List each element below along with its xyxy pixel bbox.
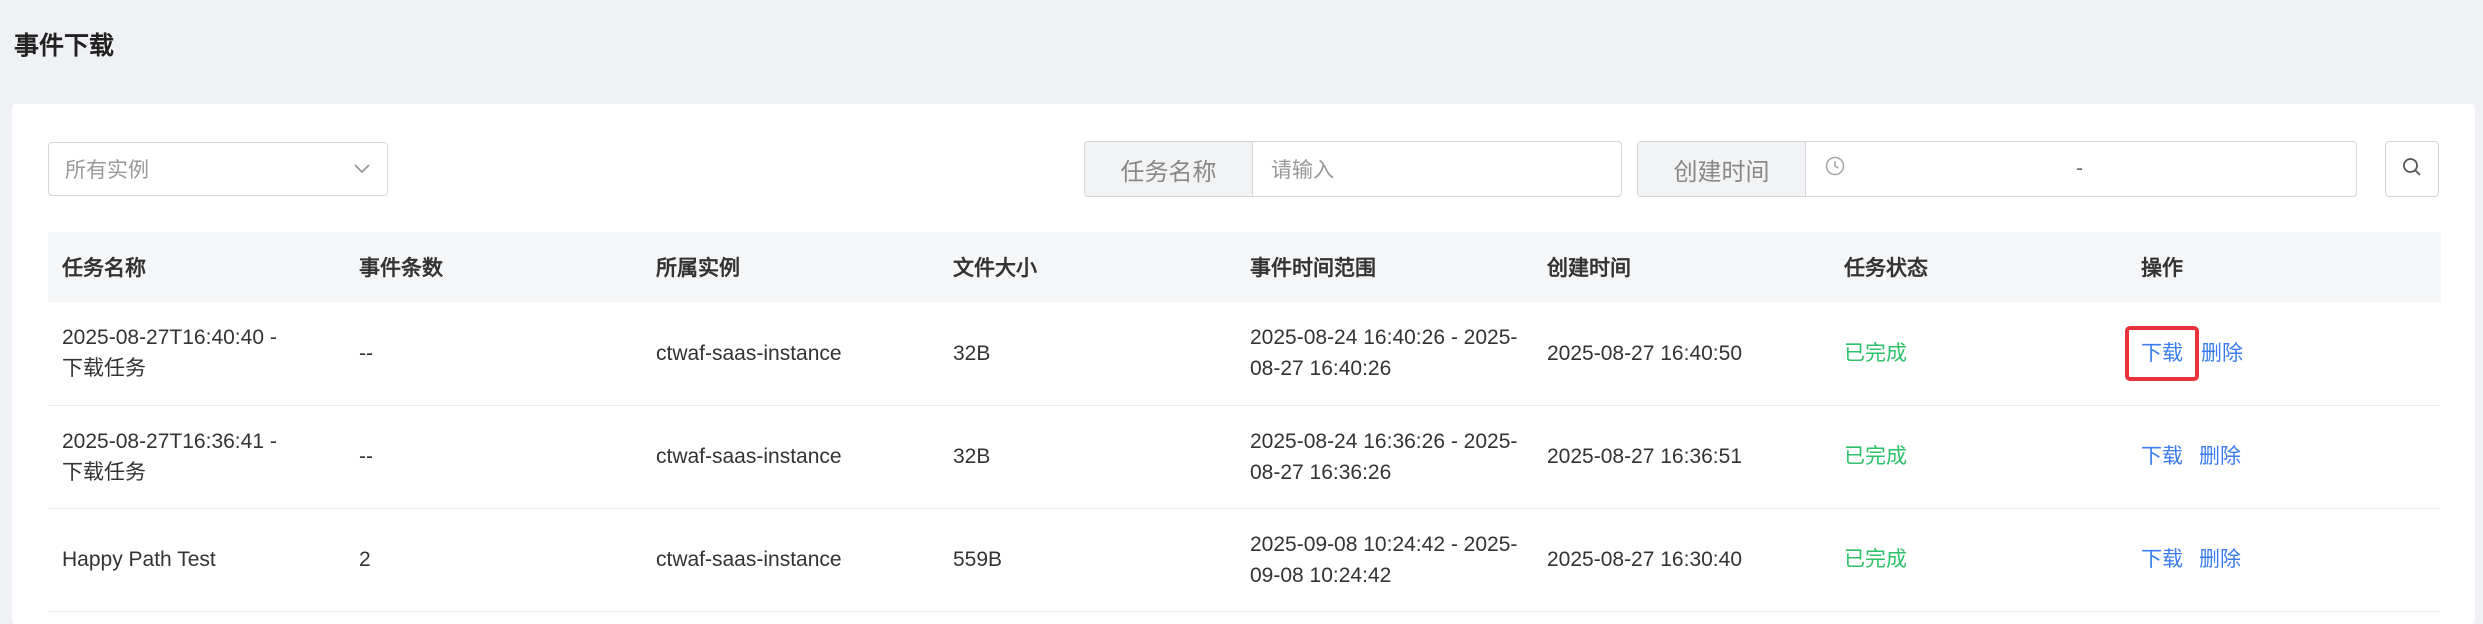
cell-created: 2025-08-27 16:30:40 xyxy=(1547,548,1742,571)
filter-bar: 所有实例 任务名称 请输入 创建时间 - xyxy=(12,104,2475,234)
time-range-line: 2025-08-24 16:40:26 - 2025- xyxy=(1250,326,1518,350)
col-header-event-count: 事件条数 xyxy=(359,257,443,280)
cell-time-range: 2025-09-08 10:24:42 - 2025- 09-08 10:24:… xyxy=(1236,508,1533,611)
col-header-actions: 操作 xyxy=(2141,257,2183,280)
cell-created: 2025-08-27 16:36:51 xyxy=(1547,445,1742,468)
download-link[interactable]: 下载 xyxy=(2141,548,2183,571)
task-name-label: 任务名称 xyxy=(1085,142,1253,196)
task-name-line: 2025-08-27T16:36:41 - xyxy=(62,429,277,453)
create-time-range-picker[interactable]: - xyxy=(1806,142,2356,196)
col-header-time-range: 事件时间范围 xyxy=(1250,257,1376,280)
task-table: 任务名称 事件条数 所属实例 文件大小 事件时间范围 创建时间 任务状态 操作 … xyxy=(48,232,2441,612)
cell-task-name: Happy Path Test xyxy=(48,508,345,611)
cell-actions: 下载 删除 xyxy=(2125,302,2441,405)
col-header-task-name: 任务名称 xyxy=(62,257,146,280)
table-row: 2025-08-27T16:36:41 - 下载任务 -- ctwaf-saas… xyxy=(48,405,2441,508)
cell-instance: ctwaf-saas-instance xyxy=(656,548,842,571)
time-range-line: 2025-08-24 16:36:26 - 2025- xyxy=(1250,429,1518,453)
create-time-filter: 创建时间 - xyxy=(1637,141,2357,197)
cell-task-name: 2025-08-27T16:40:40 - 下载任务 xyxy=(48,302,345,405)
delete-link[interactable]: 删除 xyxy=(2199,548,2241,571)
chevron-down-icon xyxy=(353,157,371,181)
search-icon xyxy=(2401,156,2423,183)
range-separator: - xyxy=(2076,157,2083,180)
download-link[interactable]: 下载 xyxy=(2141,445,2183,468)
time-range-line: 09-08 10:24:42 xyxy=(1250,563,1392,587)
download-link[interactable]: 下载 xyxy=(2141,342,2183,365)
table-row: Happy Path Test 2 ctwaf-saas-instance 55… xyxy=(48,508,2441,611)
delete-link[interactable]: 删除 xyxy=(2199,445,2241,468)
task-name-placeholder: 请输入 xyxy=(1271,159,1334,182)
col-header-instance: 所属实例 xyxy=(656,257,740,280)
task-name-filter: 任务名称 请输入 xyxy=(1084,141,1622,197)
cell-instance: ctwaf-saas-instance xyxy=(656,341,842,365)
time-range-line: 08-27 16:40:26 xyxy=(1250,357,1392,381)
cell-file-size: 559B xyxy=(953,548,1003,571)
col-header-file-size: 文件大小 xyxy=(953,257,1037,280)
cell-task-name: 2025-08-27T16:36:41 - 下载任务 xyxy=(48,405,345,508)
status-badge: 已完成 xyxy=(1844,548,1907,571)
cell-event-count: -- xyxy=(359,445,373,468)
cell-actions: 下载 删除 xyxy=(2127,508,2441,611)
cell-actions: 下载 删除 xyxy=(2127,405,2441,508)
col-header-status: 任务状态 xyxy=(1844,257,1928,280)
task-name-line: 下载任务 xyxy=(62,460,146,484)
cell-event-count: 2 xyxy=(359,548,371,571)
instance-select-value: 所有实例 xyxy=(65,159,149,182)
cell-time-range: 2025-08-24 16:36:26 - 2025- 08-27 16:36:… xyxy=(1236,405,1533,508)
table-row: 2025-08-27T16:40:40 - 下载任务 -- ctwaf-saas… xyxy=(48,302,2441,405)
cell-created: 2025-08-27 16:40:50 xyxy=(1547,341,1742,365)
content-card: 所有实例 任务名称 请输入 创建时间 - 任务名称 事件条数 所属实例 文件大小… xyxy=(12,104,2475,624)
task-name-line: Happy Path Test xyxy=(62,548,216,571)
delete-link[interactable]: 删除 xyxy=(2201,342,2243,365)
status-badge: 已完成 xyxy=(1844,341,1907,365)
clock-icon xyxy=(1824,155,1846,183)
task-name-line: 2025-08-27T16:40:40 - xyxy=(62,326,277,350)
create-time-label: 创建时间 xyxy=(1638,142,1806,196)
task-name-line: 下载任务 xyxy=(62,357,146,381)
task-name-input[interactable]: 请输入 xyxy=(1253,142,1621,196)
cell-time-range: 2025-08-24 16:40:26 - 2025- 08-27 16:40:… xyxy=(1236,302,1533,405)
cell-file-size: 32B xyxy=(953,445,991,468)
col-header-created: 创建时间 xyxy=(1547,257,1631,280)
cell-event-count: -- xyxy=(359,341,373,365)
status-badge: 已完成 xyxy=(1844,445,1907,468)
cell-file-size: 32B xyxy=(953,341,991,365)
table-header-row: 任务名称 事件条数 所属实例 文件大小 事件时间范围 创建时间 任务状态 操作 xyxy=(48,232,2441,302)
cell-instance: ctwaf-saas-instance xyxy=(656,445,842,468)
time-range-line: 08-27 16:36:26 xyxy=(1250,460,1392,484)
highlight-box: 下载 xyxy=(2125,325,2199,381)
page-header: 事件下载 xyxy=(0,0,2483,104)
page-title: 事件下载 xyxy=(14,32,115,60)
search-button[interactable] xyxy=(2385,141,2439,197)
time-range-line: 2025-09-08 10:24:42 - 2025- xyxy=(1250,532,1518,556)
instance-select[interactable]: 所有实例 xyxy=(48,142,388,196)
